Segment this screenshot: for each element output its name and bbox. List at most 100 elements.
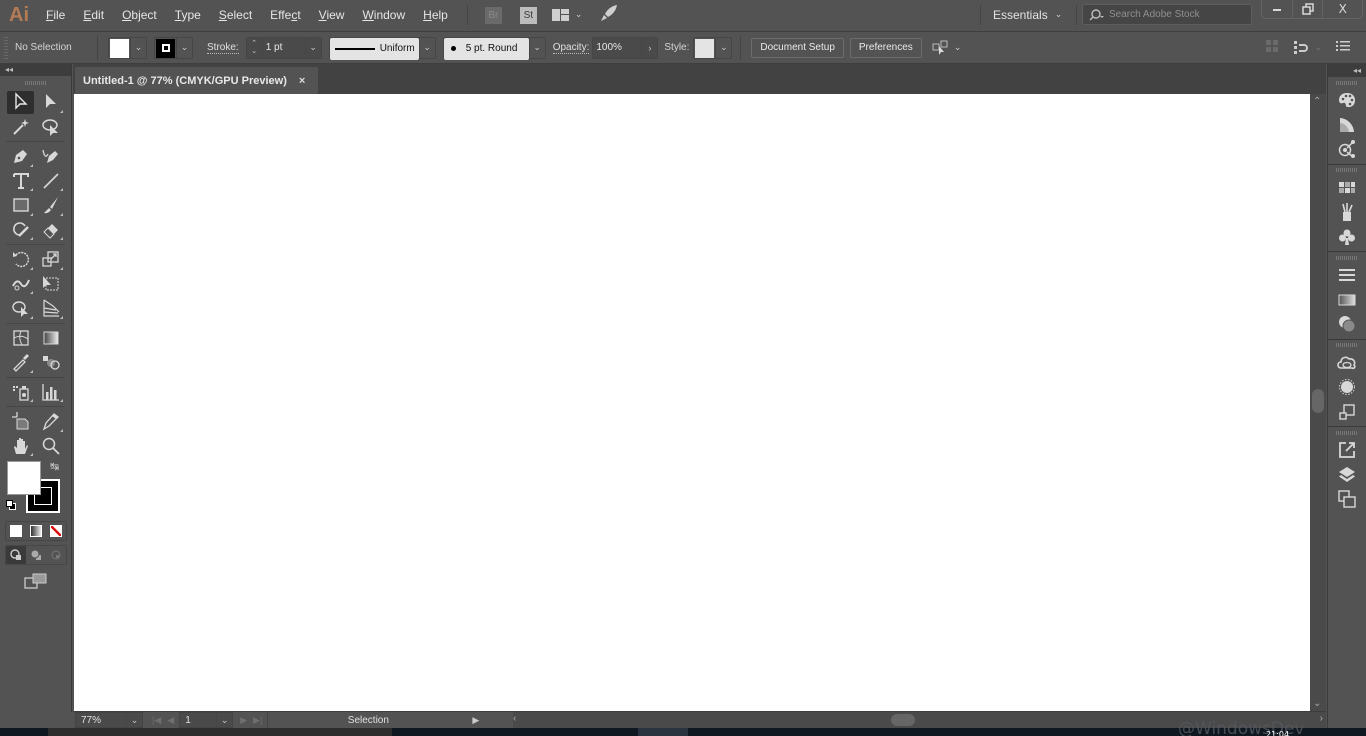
line-segment-tool[interactable] [37, 169, 64, 192]
shape-builder-tool[interactable] [7, 297, 34, 320]
perspective-grid-tool[interactable] [37, 297, 64, 320]
libraries-panel-button[interactable] [1328, 351, 1366, 376]
panel-group-grip[interactable] [1328, 340, 1366, 351]
rectangle-tool[interactable] [7, 194, 34, 217]
chevron-down-icon[interactable]: ⌄ [126, 713, 142, 727]
chevron-down-icon[interactable]: ⌄ [528, 37, 545, 58]
menu-file[interactable]: File [37, 0, 74, 30]
graphic-style-dropdown[interactable]: ⌄ [693, 36, 733, 59]
workspace-switcher[interactable]: Essentials ⌄ [980, 0, 1078, 30]
status-menu-icon[interactable]: ▶ [472, 715, 479, 726]
canvas-area[interactable]: ⌃ ⌄ [73, 94, 1326, 711]
selection-tool[interactable] [7, 90, 34, 114]
draw-inside-button[interactable] [46, 546, 66, 564]
scroll-up-icon[interactable]: ⌃ [1313, 96, 1321, 107]
chevron-down-icon[interactable]: ⌄ [130, 37, 146, 58]
none-button[interactable] [46, 522, 66, 540]
artboard-number-field[interactable]: ⌄ [179, 712, 234, 728]
eyedropper-tool[interactable] [7, 351, 34, 374]
draw-behind-button[interactable] [26, 546, 46, 564]
menu-view[interactable]: View [310, 0, 354, 30]
chevron-down-icon[interactable]: ⌄ [715, 37, 731, 58]
brush-definition-dropdown[interactable]: 5 pt. Round ⌄ [442, 36, 546, 60]
blend-tool[interactable] [37, 351, 64, 374]
search-adobe-stock[interactable] [1082, 4, 1252, 25]
arrange-documents-button[interactable]: ⌄ [551, 8, 582, 22]
mesh-tool[interactable] [7, 326, 34, 349]
last-artboard-icon[interactable]: ▶| [250, 715, 265, 726]
artboard[interactable] [74, 94, 1310, 711]
scroll-left-icon[interactable]: ‹ [513, 713, 516, 724]
variable-width-profile-dropdown[interactable]: Uniform ⌄ [328, 36, 436, 60]
column-graph-tool[interactable] [37, 380, 64, 403]
previous-artboard-icon[interactable]: ◀ [164, 715, 177, 726]
direct-selection-tool[interactable] [37, 91, 64, 114]
shaper-tool[interactable] [7, 218, 34, 241]
paintbrush-tool[interactable] [37, 194, 64, 217]
free-transform-tool[interactable] [37, 272, 64, 295]
export-panel-button[interactable] [1328, 438, 1366, 463]
horizontal-scroll-thumb[interactable] [891, 714, 915, 726]
menu-effect[interactable]: Effect [261, 0, 309, 30]
eraser-tool[interactable] [37, 218, 64, 241]
select-similar-button[interactable]: ⌄ [932, 40, 961, 56]
symbols-panel-button[interactable] [1328, 225, 1366, 250]
swap-fill-stroke-icon[interactable]: ↹ [50, 460, 59, 473]
menu-type[interactable]: Type [166, 0, 210, 30]
tools-collapse-button[interactable]: ◂◂ [0, 64, 71, 76]
control-panel-menu-button[interactable] [1336, 40, 1350, 55]
gradient-tool[interactable] [37, 326, 64, 349]
fill-swatch-dropdown[interactable]: ⌄ [108, 36, 147, 59]
slice-tool[interactable] [37, 410, 64, 433]
next-artboard-icon[interactable]: ▶ [237, 715, 250, 726]
layers-panel-button[interactable] [1328, 463, 1366, 488]
opacity-label[interactable]: Opacity: [552, 42, 590, 54]
first-artboard-icon[interactable]: |◀ [149, 715, 164, 726]
menu-window[interactable]: Window [353, 0, 414, 30]
stroke-weight-field[interactable]: ⌃⌄ ⌄ [245, 36, 322, 59]
gradient-panel-button[interactable] [1328, 288, 1366, 313]
document-tab[interactable]: Untitled-1 @ 77% (CMYK/GPU Preview) × [75, 67, 318, 94]
align-to-pixel-grid-button[interactable] [1265, 39, 1279, 56]
close-button[interactable]: X [1323, 0, 1362, 18]
chevron-right-icon[interactable]: › [641, 37, 657, 58]
gpu-performance-button[interactable] [600, 4, 618, 26]
minimize-button[interactable] [1262, 0, 1293, 18]
menu-help[interactable]: Help [414, 0, 457, 30]
zoom-level-field[interactable]: ⌄ [75, 712, 143, 728]
hand-tool[interactable] [7, 434, 34, 457]
menu-object[interactable]: Object [113, 0, 166, 30]
swatches-panel-button[interactable] [1328, 176, 1366, 201]
opacity-input[interactable] [593, 42, 642, 53]
fill-swatch[interactable] [110, 38, 129, 58]
snap-options-button[interactable]: ⌄ [1293, 40, 1322, 56]
pen-tool[interactable] [7, 145, 34, 168]
stroke-weight-input[interactable] [262, 42, 305, 53]
chevron-down-icon[interactable]: ⌄ [216, 713, 232, 727]
fill-color-swatch[interactable] [7, 461, 41, 495]
vertical-scrollbar[interactable]: ⌃ ⌄ [1310, 94, 1326, 711]
taskbar-app-button[interactable] [48, 728, 392, 736]
transparency-panel-button[interactable] [1328, 312, 1366, 337]
stock-button[interactable]: St [519, 6, 537, 24]
panel-group-grip[interactable] [1328, 427, 1366, 438]
stroke-label[interactable]: Stroke: [207, 42, 239, 54]
zoom-level-input[interactable] [76, 714, 126, 726]
document-setup-button[interactable]: Document Setup [751, 37, 844, 58]
warp-tool[interactable] [7, 272, 34, 295]
zoom-tool[interactable] [37, 434, 64, 457]
dock-collapse-button[interactable]: ◂◂ [1328, 64, 1366, 77]
close-tab-icon[interactable]: × [299, 75, 305, 87]
preferences-button[interactable]: Preferences [849, 37, 922, 58]
vertical-scroll-thumb[interactable] [1312, 389, 1324, 413]
restore-button[interactable] [1293, 0, 1324, 18]
color-panel-button[interactable] [1328, 88, 1366, 113]
panel-group-grip[interactable] [1328, 77, 1366, 88]
default-fill-stroke-icon[interactable] [6, 500, 17, 511]
color-button[interactable] [6, 522, 26, 540]
control-bar-grip[interactable] [4, 36, 8, 59]
artboard-number-input[interactable] [180, 714, 217, 726]
transform-panel-button[interactable] [1328, 400, 1366, 425]
panel-group-grip[interactable] [1328, 252, 1366, 263]
stroke-weight-stepper[interactable]: ⌃ ⌄ [247, 37, 263, 58]
